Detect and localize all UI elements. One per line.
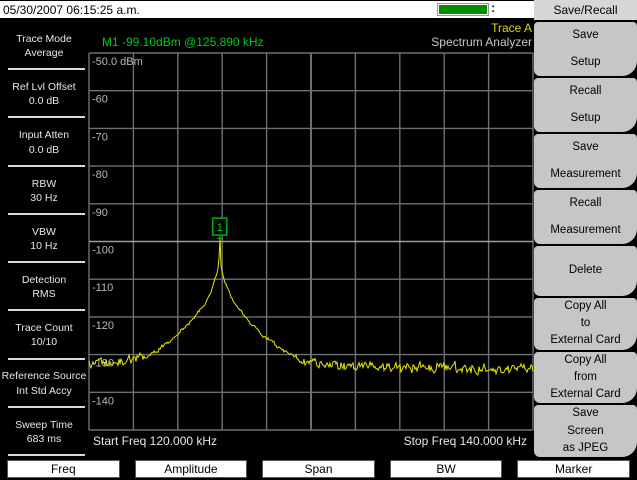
sidebar-item-label: Reference Source — [1, 370, 87, 383]
softkey-label: Copy All from External Card — [550, 353, 621, 401]
marker-1-number: 1 — [217, 222, 223, 234]
bottom-key-marker[interactable]: Marker — [517, 460, 630, 478]
sidebar-item-label: VBW — [32, 225, 56, 238]
sidebar-item-trace-mode: Trace Mode Average — [0, 22, 88, 71]
bottom-key-freq[interactable]: Freq — [7, 460, 120, 478]
softkey-label: Delete — [568, 264, 603, 277]
stop-freq-label: Stop Freq 140.000 kHz — [403, 434, 527, 448]
y-tick-label: -60 — [92, 94, 108, 106]
sidebar-item-label: Trace Mode — [16, 32, 72, 45]
battery-icon — [437, 3, 489, 16]
marker-readout: M1 -99.10dBm @125.890 kHz — [102, 35, 264, 49]
sidebar-item-sweep-time: Sweep Time 683 ms — [0, 408, 88, 457]
sidebar-item-label: Sweep Time — [15, 418, 73, 431]
datetime-text: 05/30/2007 06:15:25 a.m. — [3, 3, 140, 17]
spectrum-grid-and-trace: -50.0 dBm-60-70-80-90-100-110-120-130-14… — [88, 52, 534, 431]
bottom-key-span[interactable]: Span — [262, 460, 375, 478]
sidebar-item-value: 0.0 dB — [28, 143, 60, 156]
sidebar-item-input-atten: Input Atten 0.0 dB — [0, 118, 88, 167]
mode-label: Spectrum Analyzer — [431, 35, 532, 49]
sidebar-item-label: RBW — [31, 177, 57, 190]
sidebar-item-label: Input Atten — [18, 129, 70, 142]
softkey-label: Save Screen as JPEG — [562, 407, 609, 454]
softkey-label: Save Measurement — [550, 141, 621, 181]
bottom-key-bw[interactable]: BW — [389, 460, 503, 478]
sidebar-item-trace-count: Trace Count 10/10 — [0, 311, 88, 360]
bottom-key-bar: Freq Amplitude Span BW Marker — [0, 458, 637, 480]
y-tick-label: -50.0 dBm — [92, 56, 143, 68]
sidebar-item-vbw: VBW 10 Hz — [0, 215, 88, 264]
y-tick-label: -100 — [92, 245, 114, 257]
softkey-copy-all-to-external[interactable]: Copy All to External Card — [534, 297, 637, 350]
sidebar-item-value: 30 Hz — [30, 191, 58, 204]
sidebar-item-label: Detection — [21, 274, 67, 287]
softkey-save-setup[interactable]: Save Setup — [534, 22, 637, 77]
sidebar-item-label: Ref Lvl Offset — [12, 81, 76, 94]
softkey-label: Recall Measurement — [550, 197, 621, 237]
sidebar-item-rbw: RBW 30 Hz — [0, 167, 88, 216]
bottom-key-amplitude[interactable]: Amplitude — [134, 460, 248, 478]
softkey-save-measurement[interactable]: Save Measurement — [534, 134, 637, 189]
sidebar-item-label: Trace Count — [15, 322, 73, 335]
sidebar-item-value: 0.0 dB — [28, 95, 60, 108]
softkey-recall-measurement[interactable]: Recall Measurement — [534, 190, 637, 245]
sidebar-item-value: 10 Hz — [30, 239, 58, 252]
softkey-save-screen-as-jpeg[interactable]: Save Screen as JPEG — [534, 405, 637, 457]
softkey-menu-title: Save/Recall — [534, 0, 637, 22]
sidebar-item-value: 683 ms — [26, 432, 62, 445]
battery-fill — [439, 5, 487, 14]
sidebar-item-value: RMS — [32, 288, 56, 301]
sidebar-item-value: Int Std Accy — [16, 384, 72, 397]
softkey-label: Copy All to External Card — [550, 299, 621, 347]
softkey-menu: Save/Recall Save Setup Recall Setup Save M… — [534, 0, 637, 458]
softkey-copy-all-from-external[interactable]: Copy All from External Card — [534, 351, 637, 404]
spectrum-plot: -50.0 dBm -60 -70 -80 -90 -100 -110 -120 -130 -14… — [88, 20, 534, 458]
softkey-recall-setup[interactable]: Recall Setup — [534, 78, 637, 133]
y-tick-label: -140 — [92, 395, 114, 407]
start-freq-label: Start Freq 120.000 kHz — [93, 434, 218, 448]
sidebar-item-reference-source: Reference Source Int Std Accy — [0, 360, 88, 408]
softkey-label: Recall Setup — [569, 85, 602, 125]
sidebar-item-detection: Detection RMS — [0, 263, 88, 312]
y-tick-label: -110 — [92, 282, 113, 294]
spectrum-analyzer-screen: 05/30/2007 06:15:25 a.m. : Trace Mode Ave… — [0, 0, 637, 480]
battery-terminal-icon: : — [491, 0, 496, 15]
parameter-sidebar: Trace Mode Average Ref Lvl Offset 0.0 dB Inp… — [0, 20, 88, 458]
trace-label: Trace A — [491, 21, 532, 35]
softkey-label: Save Setup — [570, 29, 601, 69]
softkey-delete[interactable]: Delete — [534, 246, 637, 296]
y-tick-label: -90 — [92, 207, 108, 219]
sidebar-item-value: 10/10 — [30, 336, 58, 349]
y-tick-label: -70 — [92, 131, 108, 143]
sidebar-item-value: Average — [24, 47, 64, 60]
softkey-button-list: Save Setup Recall Setup Save Measurement Re… — [534, 22, 637, 457]
y-tick-label: -80 — [92, 169, 108, 181]
sidebar-item-ref-lvl-offset: Ref Lvl Offset 0.0 dB — [0, 70, 88, 119]
y-tick-label: -120 — [92, 320, 114, 332]
